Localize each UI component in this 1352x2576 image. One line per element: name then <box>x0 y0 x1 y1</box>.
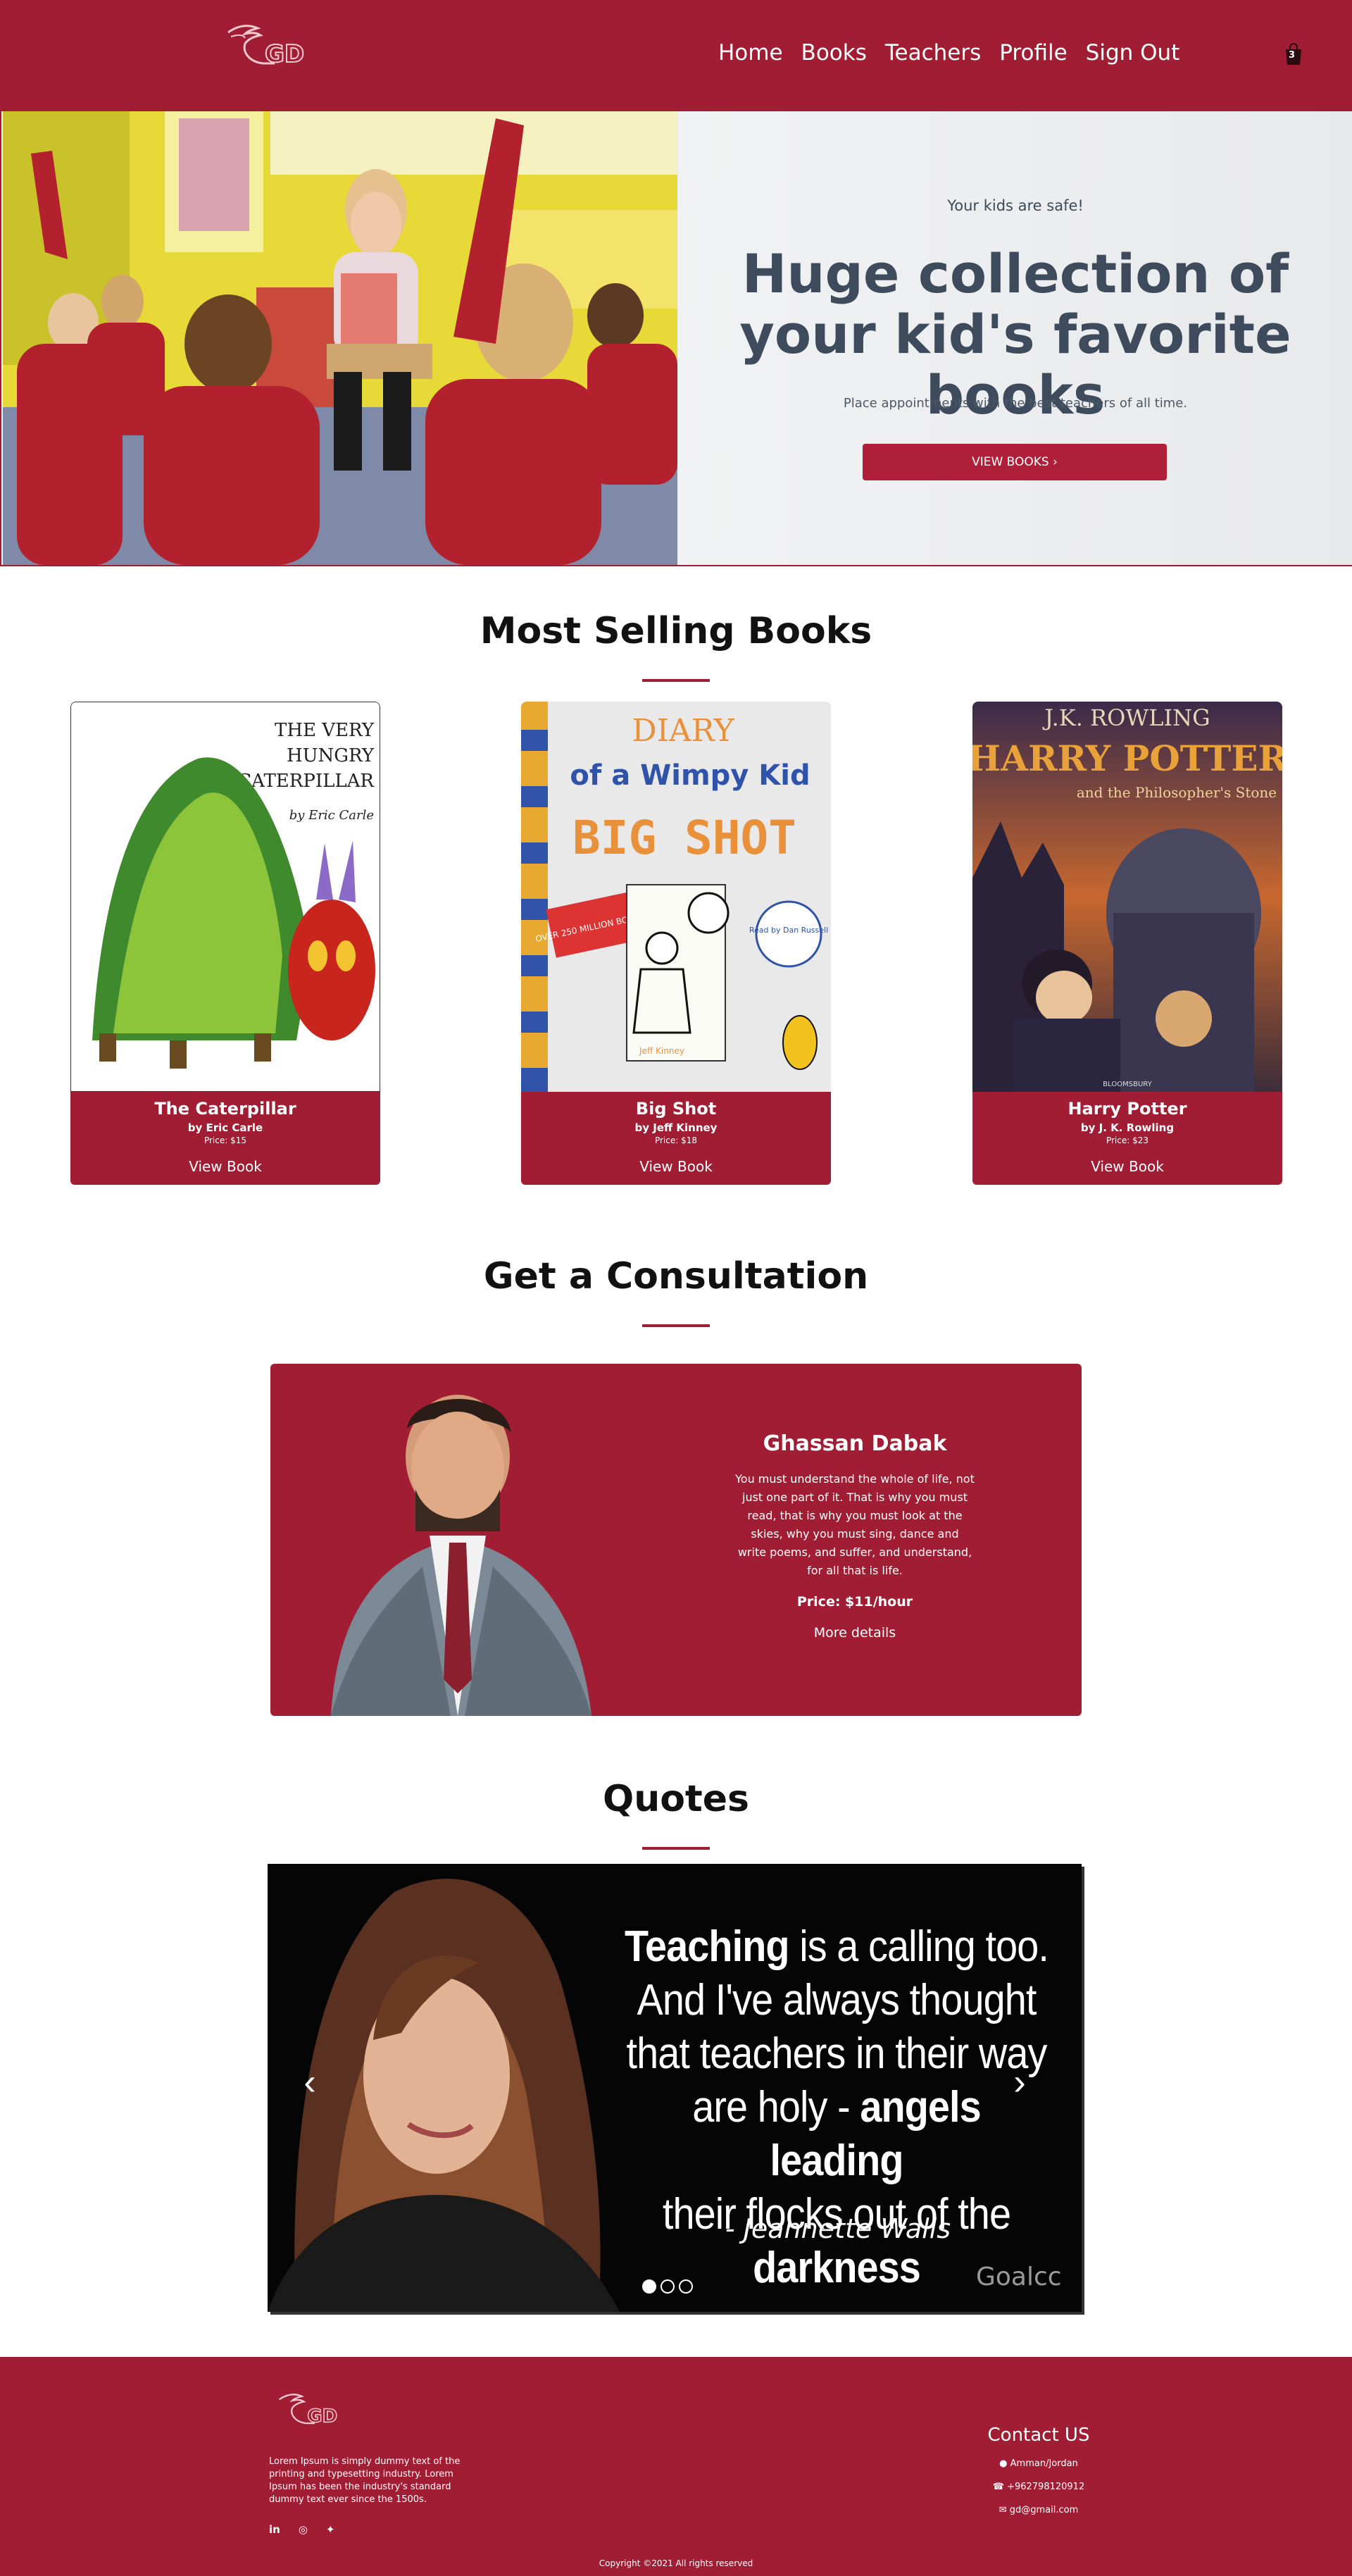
contact-block: Contact US ● Amman/Jordan ☎ +96279812091… <box>958 2425 1120 2515</box>
book-info: Big Shot by Jeff Kinney Price: $18 View … <box>521 1092 831 1185</box>
svg-text:CATERPILLAR: CATERPILLAR <box>237 771 375 792</box>
svg-text:GD: GD <box>265 40 304 68</box>
quote-line: Teaching is a calling too. <box>624 1922 1049 1971</box>
quotes-carousel: Teaching is a calling too. And I've alwa… <box>268 1864 1082 2312</box>
quote-line: that teachers in their way <box>626 2029 1048 2078</box>
copyright-text: Copyright ©2021 All rights reserved <box>599 2558 753 2568</box>
more-details-link[interactable]: More details <box>735 1625 975 1641</box>
quote-line: And I've always thought <box>637 1976 1037 2024</box>
nav-signout-link[interactable]: Sign Out <box>1086 40 1180 66</box>
svg-text:GD: GD <box>307 2406 337 2427</box>
hero-content: Your kids are safe! Huge collection of y… <box>679 111 1352 565</box>
gd-logo-icon[interactable]: GD <box>224 21 325 70</box>
linkedin-icon[interactable]: in <box>269 2523 280 2536</box>
section-divider <box>642 1847 710 1850</box>
nav-teachers-link[interactable]: Teachers <box>885 40 981 66</box>
classroom-photo <box>3 111 677 565</box>
book-author: by Jeff Kinney <box>634 1121 718 1134</box>
svg-text:Read by Dan Russell: Read by Dan Russell <box>749 926 828 935</box>
contact-location: ● Amman/Jordan <box>999 2458 1078 2469</box>
svg-text:Jeff Kinney: Jeff Kinney <box>639 1046 684 1056</box>
view-book-link[interactable]: View Book <box>972 1158 1282 1175</box>
svg-text:HUNGRY: HUNGRY <box>287 745 375 766</box>
phone-icon: ☎ <box>992 2482 1008 2492</box>
svg-text:J.K. ROWLING: J.K. ROWLING <box>1042 704 1210 731</box>
social-links: in ◎ ✦ <box>269 2523 335 2536</box>
svg-text:and the Philosopher's Stone: and the Philosopher's Stone <box>1077 784 1277 801</box>
book-cover-harry-potter[interactable]: J.K. ROWLING HARRY POTTER and the Philos… <box>972 702 1282 1092</box>
book-cover-caterpillar[interactable]: THE VERY HUNGRY CATERPILLAR by Eric Carl… <box>70 702 380 1092</box>
svg-text:HARRY POTTER: HARRY POTTER <box>972 738 1282 779</box>
carousel-indicators <box>642 2279 693 2294</box>
svg-text:of a Wimpy Kid: of a Wimpy Kid <box>570 759 810 792</box>
quote-author: - Jeannette Walls <box>725 2213 951 2244</box>
teacher-name: Ghassan Dabak <box>763 1431 947 1456</box>
envelope-icon: ✉ <box>999 2505 1010 2515</box>
book-price: Price: $23 <box>1106 1135 1149 1145</box>
teacher-info: Ghassan Dabak You must understand the wh… <box>735 1431 975 1641</box>
gd-logo-icon: GD <box>278 2394 338 2427</box>
footer-about-text: Lorem Ipsum is simply dummy text of the … <box>269 2456 461 2505</box>
view-book-link[interactable]: View Book <box>70 1158 380 1175</box>
quotes-section-title: Quotes <box>602 1778 750 1820</box>
consultation-section-title: Get a Consultation <box>483 1255 869 1298</box>
view-books-button[interactable]: VIEW BOOKS › <box>863 444 1167 480</box>
github-icon[interactable]: ◎ <box>299 2523 308 2536</box>
top-navbar: GD Home Books Teachers Profile Sign Out … <box>0 0 1352 110</box>
quote-image-watermark: Goalcc <box>976 2263 1062 2291</box>
site-footer: GD Lorem Ipsum is simply dummy text of t… <box>0 2357 1352 2576</box>
carousel-dot-2[interactable] <box>661 2279 675 2294</box>
map-pin-icon: ● <box>999 2458 1010 2469</box>
book-card: DIARY of a Wimpy Kid BIG SHOT OVER 250 M… <box>521 702 831 1185</box>
section-divider <box>642 1324 710 1327</box>
book-author: by Eric Carle <box>187 1121 263 1134</box>
nav-profile-link[interactable]: Profile <box>999 40 1067 66</box>
view-book-link[interactable]: View Book <box>521 1158 831 1175</box>
book-price: Price: $15 <box>204 1135 247 1145</box>
book-title: The Caterpillar <box>154 1099 296 1119</box>
hero-tagline: Your kids are safe! <box>947 197 1084 214</box>
svg-text:BLOOMSBURY: BLOOMSBURY <box>1103 1081 1152 1088</box>
teacher-price: Price: $11/hour <box>796 1594 913 1610</box>
section-divider <box>642 679 710 682</box>
svg-text:BIG SHOT: BIG SHOT <box>572 811 796 865</box>
carousel-next-button[interactable]: › <box>1006 2061 1034 2103</box>
teacher-card: Ghassan Dabak You must understand the wh… <box>270 1364 1082 1716</box>
book-author: by J. K. Rowling <box>1080 1121 1175 1134</box>
book-info: The Caterpillar by Eric Carle Price: $15… <box>70 1092 380 1185</box>
hero-subtitle: Place appointments with the best teacher… <box>843 396 1188 411</box>
svg-text:THE VERY: THE VERY <box>275 720 375 741</box>
book-title: Big Shot <box>635 1099 717 1119</box>
book-info: Harry Potter by J. K. Rowling Price: $23… <box>972 1092 1282 1185</box>
cart-count-badge: 3 <box>1289 50 1296 61</box>
carousel-prev-button[interactable]: ‹ <box>296 2061 324 2103</box>
books-section-title: Most Selling Books <box>480 610 872 652</box>
carousel-dot-1[interactable] <box>642 2279 656 2294</box>
contact-email[interactable]: ✉ gd@gmail.com <box>958 2505 1120 2515</box>
twitter-icon[interactable]: ✦ <box>326 2523 335 2536</box>
contact-phone[interactable]: ☎ +962798120912 <box>958 2482 1120 2492</box>
hero-section: Your kids are safe! Huge collection of y… <box>0 110 1352 566</box>
book-title: Harry Potter <box>1068 1099 1187 1119</box>
nav-home-link[interactable]: Home <box>718 40 783 66</box>
teacher-bio: You must understand the whole of life, n… <box>735 1472 975 1577</box>
book-card: J.K. ROWLING HARRY POTTER and the Philos… <box>972 702 1282 1185</box>
book-card: THE VERY HUNGRY CATERPILLAR by Eric Carl… <box>70 702 380 1185</box>
book-price: Price: $18 <box>654 1135 698 1145</box>
svg-text:DIARY: DIARY <box>632 713 734 749</box>
book-cover-big-shot[interactable]: DIARY of a Wimpy Kid BIG SHOT OVER 250 M… <box>521 702 831 1092</box>
nav-books-link[interactable]: Books <box>801 40 867 66</box>
carousel-dot-3[interactable] <box>679 2279 693 2294</box>
teacher-photo <box>331 1395 592 1716</box>
cart-button[interactable]: 3 <box>1283 42 1304 66</box>
contact-title: Contact US <box>987 2425 1090 2446</box>
quote-line: are holy - angels leading <box>692 2083 981 2185</box>
svg-text:by Eric Carle: by Eric Carle <box>289 808 374 823</box>
main-menu: Home Books Teachers Profile Sign Out <box>718 40 1179 66</box>
